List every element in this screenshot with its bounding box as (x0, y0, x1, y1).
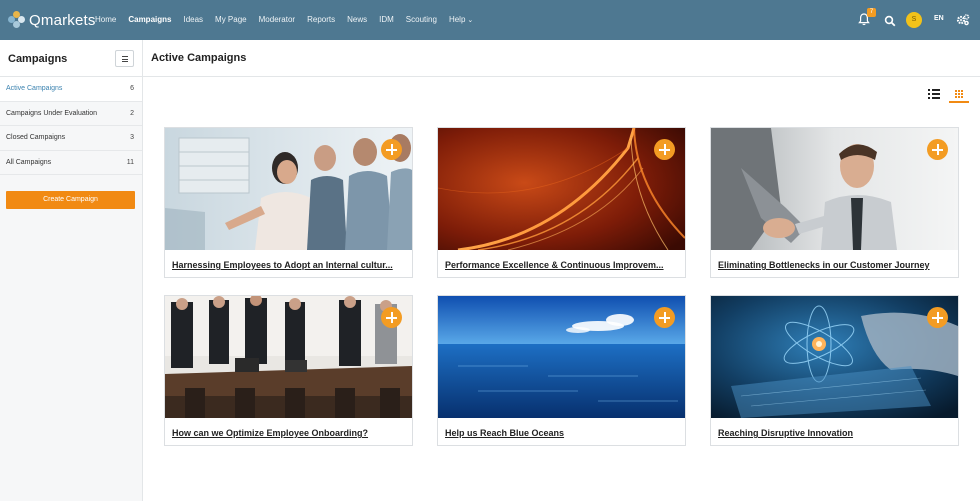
campaign-filter-list: Active Campaigns 6 Campaigns Under Evalu… (0, 77, 142, 175)
create-campaign-button[interactable]: Create Campaign (6, 191, 135, 209)
campaign-image-orange-abstract[interactable] (438, 128, 685, 250)
sidebar-item-count: 11 (126, 158, 134, 166)
search-icon[interactable] (884, 14, 896, 27)
sidebar-item-campaigns-under-evaluation[interactable]: Campaigns Under Evaluation 2 (0, 102, 142, 126)
follow-campaign-plus-icon[interactable] (654, 307, 675, 328)
user-avatar[interactable]: S (906, 12, 922, 28)
settings-gear-icon[interactable] (956, 13, 970, 27)
sidebar-header: Campaigns (0, 40, 142, 77)
nav-moderator[interactable]: Moderator (259, 0, 295, 40)
follow-campaign-plus-icon[interactable] (654, 139, 675, 160)
sidebar-item-active-campaigns[interactable]: Active Campaigns 6 (0, 77, 142, 102)
grid-view-icon[interactable] (949, 86, 969, 103)
campaign-card[interactable]: Harnessing Employees to Adopt an Interna… (164, 127, 413, 278)
campaign-card[interactable]: Performance Excellence & Continuous Impr… (437, 127, 686, 278)
campaign-title[interactable]: Help us Reach Blue Oceans (445, 428, 681, 438)
nav-reports[interactable]: Reports (307, 0, 335, 40)
nav-ideas[interactable]: Ideas (183, 0, 203, 40)
sidebar-item-count: 2 (130, 109, 134, 117)
logo-icon (8, 11, 26, 29)
sidebar-item-label: All Campaigns (6, 158, 52, 166)
nav-help[interactable]: Help ⌄ (449, 0, 473, 41)
campaign-card[interactable]: How can we Optimize Employee Onboarding? (164, 295, 413, 446)
sidebar-item-label: Campaigns Under Evaluation (6, 109, 98, 117)
campaign-title[interactable]: How can we Optimize Employee Onboarding? (172, 428, 408, 438)
brand-name: Qmarkets (29, 11, 96, 29)
nav-scouting[interactable]: Scouting (406, 0, 437, 40)
nav-help-label: Help (448, 14, 466, 24)
nav-idm[interactable]: IDM (379, 0, 394, 40)
nav-home[interactable]: Home (95, 0, 116, 40)
campaign-image-blue-ocean[interactable] (438, 296, 685, 418)
campaign-image-office-team[interactable] (165, 128, 412, 250)
campaign-image-meeting-room[interactable] (165, 296, 412, 418)
campaign-image-handshake[interactable] (711, 128, 958, 250)
sidebar-item-label: Closed Campaigns (6, 134, 66, 141)
sidebar-item-count: 3 (130, 134, 134, 141)
main-header: Active Campaigns (143, 40, 980, 77)
qmarkets-logo[interactable]: Qmarkets (8, 10, 96, 30)
campaign-title[interactable]: Performance Excellence & Continuous Impr… (445, 260, 681, 270)
campaign-card[interactable]: Eliminating Bottlenecks in our Customer … (710, 127, 959, 278)
campaign-title[interactable]: Reaching Disruptive Innovation (718, 428, 954, 438)
list-view-icon[interactable] (928, 88, 942, 100)
campaigns-sidebar: Campaigns Active Campaigns 6 Campaigns U… (0, 40, 143, 501)
campaign-title[interactable]: Eliminating Bottlenecks in our Customer … (718, 260, 954, 270)
campaign-card[interactable]: Help us Reach Blue Oceans (437, 295, 686, 446)
page-title: Active Campaigns (151, 52, 247, 64)
campaign-card[interactable]: Reaching Disruptive Innovation (710, 295, 959, 446)
nav-campaigns[interactable]: Campaigns (128, 0, 171, 40)
main-nav: Home Campaigns Ideas My Page Moderator R… (95, 0, 485, 40)
follow-campaign-plus-icon[interactable] (927, 139, 948, 160)
sidebar-title: Campaigns (8, 53, 68, 65)
follow-campaign-plus-icon[interactable] (381, 139, 402, 160)
campaign-image-innovation-tech[interactable] (711, 296, 958, 418)
nav-my-page[interactable]: My Page (215, 0, 247, 40)
sidebar-item-label: Active Campaigns (6, 85, 63, 92)
language-selector[interactable]: EN (934, 15, 944, 22)
nav-news[interactable]: News (347, 0, 367, 40)
top-navigation-bar: Qmarkets Home Campaigns Ideas My Page Mo… (0, 0, 980, 40)
notification-badge: 7 (867, 8, 876, 17)
hamburger-menu-icon[interactable] (115, 50, 134, 67)
follow-campaign-plus-icon[interactable] (927, 307, 948, 328)
sidebar-item-count: 6 (130, 85, 134, 92)
campaign-title[interactable]: Harnessing Employees to Adopt an Interna… (172, 260, 408, 270)
sidebar-item-closed-campaigns[interactable]: Closed Campaigns 3 (0, 126, 142, 151)
chevron-down-icon: ⌄ (467, 16, 474, 24)
sidebar-item-all-campaigns[interactable]: All Campaigns 11 (0, 151, 142, 175)
follow-campaign-plus-icon[interactable] (381, 307, 402, 328)
